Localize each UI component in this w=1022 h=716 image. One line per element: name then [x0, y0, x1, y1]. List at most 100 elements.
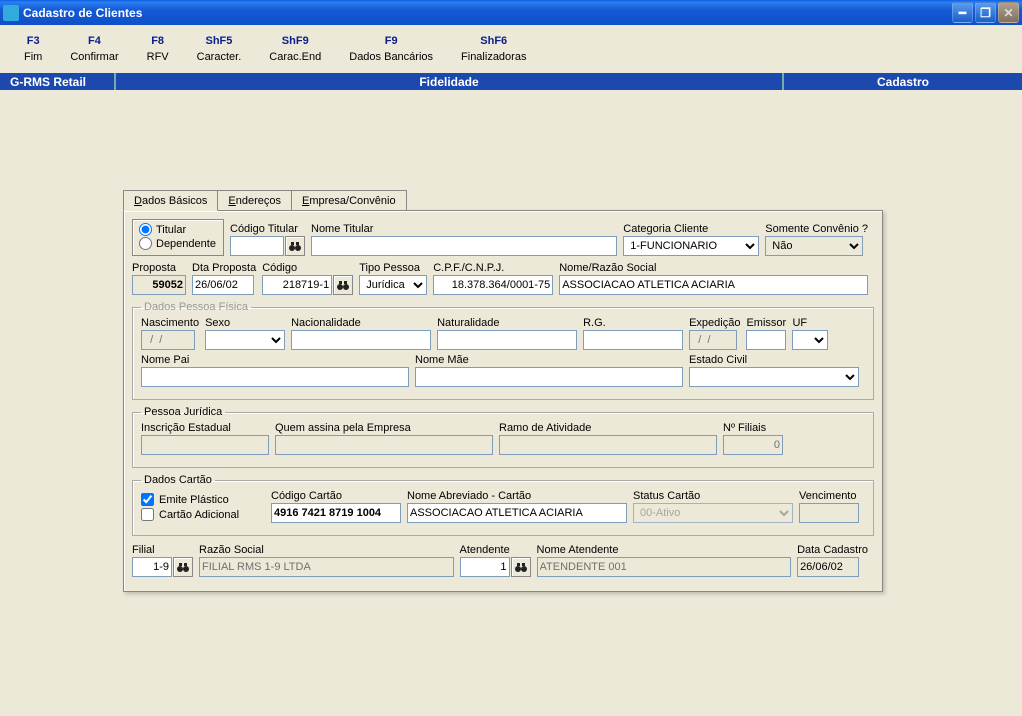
codigo-lookup-button[interactable]	[333, 275, 353, 295]
nome-pai-input[interactable]	[141, 367, 409, 387]
menu-finalizadoras[interactable]: ShF6Finalizadoras	[447, 25, 540, 73]
status-cartao-select: 00-Ativo	[633, 503, 793, 523]
uf-label: UF	[792, 317, 828, 329]
radio-dependente-label: Dependente	[156, 238, 216, 250]
menu-dados-bancarios[interactable]: F9Dados Bancários	[335, 25, 447, 73]
naturalidade-input[interactable]	[437, 330, 577, 350]
emissor-input[interactable]	[746, 330, 786, 350]
tab-empresa-convenio[interactable]: Empresa/Convênio	[291, 190, 407, 210]
dados-pessoa-fisica-group: Dados Pessoa Física Nascimento Sexo Naci…	[132, 301, 874, 400]
data-cadastro-label: Data Cadastro	[797, 544, 868, 556]
menu-carac-end[interactable]: ShF9Carac.End	[255, 25, 335, 73]
app-icon	[3, 5, 19, 21]
radio-dependente[interactable]	[139, 237, 152, 250]
emite-plastico-checkbox[interactable]	[141, 493, 154, 506]
codigo-input[interactable]	[262, 275, 332, 295]
menu-caracter[interactable]: ShF5Caracter.	[183, 25, 256, 73]
titular-dependente-group: Titular Dependente	[132, 219, 224, 256]
atendente-input[interactable]	[460, 557, 510, 577]
n-filiais-label: Nº Filiais	[723, 422, 783, 434]
proposta-input	[132, 275, 186, 295]
radio-titular[interactable]	[139, 223, 152, 236]
binoculars-icon	[288, 241, 302, 252]
filial-input[interactable]	[132, 557, 172, 577]
codigo-label: Código	[262, 262, 353, 274]
codigo-titular-lookup-button[interactable]	[285, 236, 305, 256]
inscricao-estadual-label: Inscrição Estadual	[141, 422, 269, 434]
nome-abreviado-input[interactable]	[407, 503, 627, 523]
categoria-cliente-label: Categoria Cliente	[623, 223, 759, 235]
atendente-lookup-button[interactable]	[511, 557, 531, 577]
emissor-label: Emissor	[746, 317, 786, 329]
close-button[interactable]: ✕	[998, 2, 1019, 23]
sexo-label: Sexo	[205, 317, 285, 329]
rg-input[interactable]	[583, 330, 683, 350]
uf-select[interactable]	[792, 330, 828, 350]
banner: G-RMS Retail Fidelidade Cadastro	[0, 73, 1022, 90]
codigo-cartao-input[interactable]	[271, 503, 401, 523]
n-filiais-input[interactable]	[723, 435, 783, 455]
minimize-button[interactable]: ━	[952, 2, 973, 23]
dta-proposta-label: Dta Proposta	[192, 262, 256, 274]
razao-social-label: Razão Social	[199, 544, 454, 556]
menu-fim[interactable]: F3Fim	[10, 25, 56, 73]
dta-proposta-input[interactable]	[192, 275, 254, 295]
menubar: F3Fim F4Confirmar F8RFV ShF5Caracter. Sh…	[0, 25, 1022, 73]
pessoa-juridica-group: Pessoa Jurídica Inscrição Estadual Quem …	[132, 406, 874, 468]
estado-civil-select[interactable]	[689, 367, 859, 387]
tab-enderecos[interactable]: Endereços	[217, 190, 292, 210]
inscricao-estadual-input[interactable]	[141, 435, 269, 455]
quem-assina-label: Quem assina pela Empresa	[275, 422, 493, 434]
expedicao-input[interactable]	[689, 330, 737, 350]
dados-cartao-legend: Dados Cartão	[141, 474, 215, 486]
codigo-titular-label: Código Titular	[230, 223, 305, 235]
binoculars-icon	[176, 562, 190, 573]
nome-titular-input[interactable]	[311, 236, 617, 256]
emite-plastico-label: Emite Plástico	[159, 494, 229, 506]
ramo-atividade-label: Ramo de Atividade	[499, 422, 717, 434]
data-cadastro-input	[797, 557, 859, 577]
radio-titular-label: Titular	[156, 224, 186, 236]
tab-bar: Dados Básicos Endereços Empresa/Convênio	[123, 190, 883, 210]
tipo-pessoa-select[interactable]: Jurídica	[359, 275, 427, 295]
somente-convenio-label: Somente Convênio ?	[765, 223, 868, 235]
cpf-cnpj-label: C.P.F./C.N.P.J.	[433, 262, 553, 274]
titlebar: Cadastro de Clientes ━ ❐ ✕	[0, 0, 1022, 25]
quem-assina-input[interactable]	[275, 435, 493, 455]
nacionalidade-label: Nacionalidade	[291, 317, 431, 329]
pessoa-juridica-legend: Pessoa Jurídica	[141, 406, 225, 418]
ramo-atividade-input[interactable]	[499, 435, 717, 455]
nome-pai-label: Nome Pai	[141, 354, 409, 366]
nome-atendente-input	[537, 557, 792, 577]
nome-mae-input[interactable]	[415, 367, 683, 387]
categoria-cliente-select[interactable]: 1-FUNCIONARIO	[623, 236, 759, 256]
tab-dados-basicos[interactable]: Dados Básicos	[123, 190, 218, 211]
somente-convenio-select[interactable]: Não	[765, 236, 863, 256]
banner-left: G-RMS Retail	[0, 73, 116, 90]
filial-lookup-button[interactable]	[173, 557, 193, 577]
sexo-select[interactable]	[205, 330, 285, 350]
filial-label: Filial	[132, 544, 193, 556]
nome-razao-input[interactable]	[559, 275, 868, 295]
dados-pessoa-fisica-legend: Dados Pessoa Física	[141, 301, 251, 313]
dados-cartao-group: Dados Cartão Emite Plástico Cartão Adici…	[132, 474, 874, 536]
vencimento-label: Vencimento	[799, 490, 859, 502]
expedicao-label: Expedição	[689, 317, 740, 329]
cartao-adicional-label: Cartão Adicional	[159, 509, 239, 521]
vencimento-input[interactable]	[799, 503, 859, 523]
nascimento-input[interactable]	[141, 330, 195, 350]
nome-razao-label: Nome/Razão Social	[559, 262, 868, 274]
menu-confirmar[interactable]: F4Confirmar	[56, 25, 132, 73]
cpf-cnpj-input[interactable]	[433, 275, 553, 295]
nome-atendente-label: Nome Atendente	[537, 544, 792, 556]
codigo-titular-input[interactable]	[230, 236, 284, 256]
nome-mae-label: Nome Mãe	[415, 354, 683, 366]
maximize-button[interactable]: ❐	[975, 2, 996, 23]
proposta-label: Proposta	[132, 262, 186, 274]
nome-abreviado-label: Nome Abreviado - Cartão	[407, 490, 627, 502]
nascimento-label: Nascimento	[141, 317, 199, 329]
codigo-cartao-label: Código Cartão	[271, 490, 401, 502]
nacionalidade-input[interactable]	[291, 330, 431, 350]
menu-rfv[interactable]: F8RFV	[133, 25, 183, 73]
cartao-adicional-checkbox[interactable]	[141, 508, 154, 521]
